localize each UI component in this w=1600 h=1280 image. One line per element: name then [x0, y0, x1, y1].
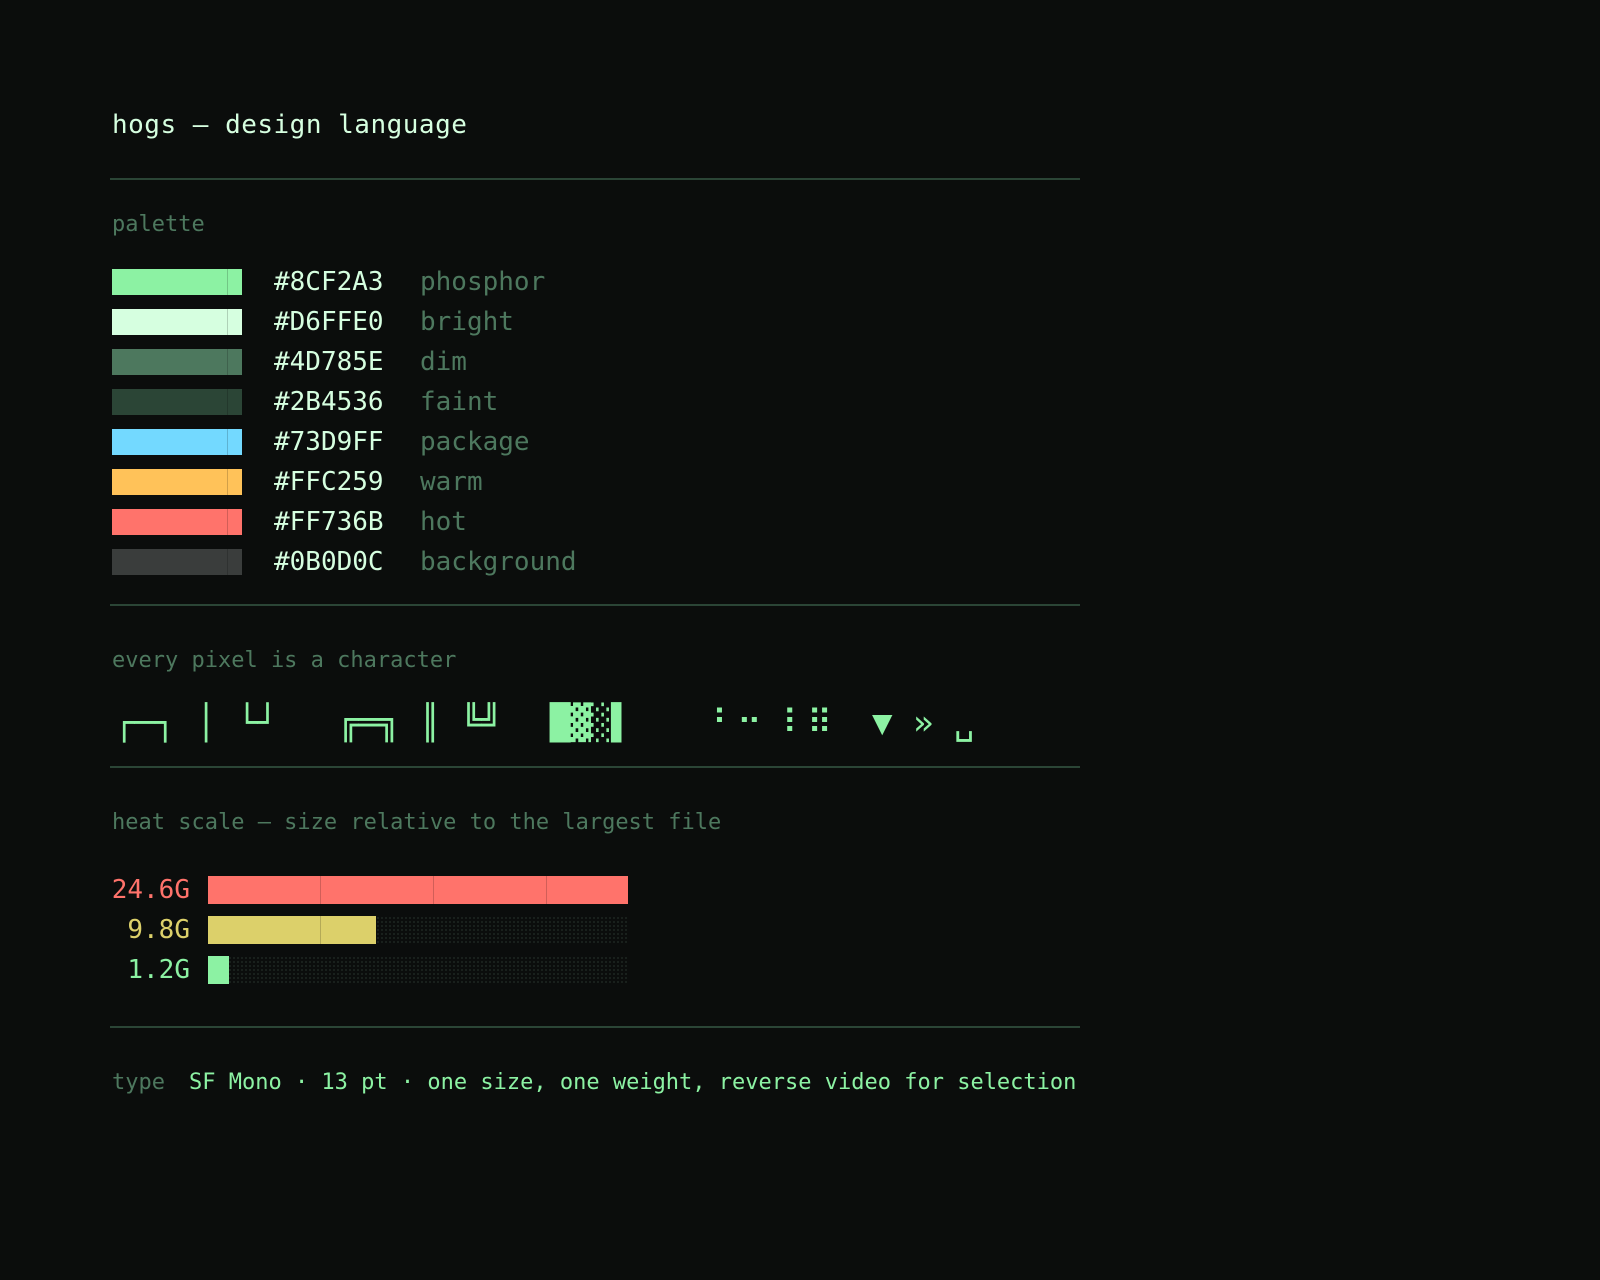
- color-name: faint: [420, 387, 499, 417]
- color-hex: #D6FFE0: [274, 307, 384, 337]
- color-hex: #FF736B: [274, 507, 384, 537]
- color-swatch: [112, 389, 242, 415]
- palette-row: #73D9FF package: [112, 422, 577, 462]
- palette-row: #D6FFE0 bright: [112, 302, 577, 342]
- color-swatch: [112, 549, 242, 575]
- color-hex: #FFC259: [274, 467, 384, 497]
- glyphs-heading: every pixel is a character: [112, 648, 457, 673]
- divider: [110, 1026, 1080, 1028]
- type-spec: type SF Mono · 13 pt · one size, one weig…: [112, 1070, 1076, 1095]
- divider: [110, 178, 1080, 180]
- block-glyphs: █▓░▌: [550, 703, 632, 743]
- palette-row: #2B4536 faint: [112, 382, 577, 422]
- color-name: package: [420, 427, 530, 457]
- divider: [110, 604, 1080, 606]
- heat-size-label: 1.2G: [127, 955, 190, 985]
- color-hex: #2B4536: [274, 387, 384, 417]
- braille-glyphs: ⠃⠒ ⠇⠿: [712, 703, 833, 743]
- color-name: warm: [420, 467, 483, 497]
- color-swatch: [112, 509, 242, 535]
- glyph-showcase: ┌─┐ │ └┘ ╔═╗ ║ ╚╝ █▓░▌ ⠃⠒ ⠇⠿ ▼ » ␣: [112, 698, 1082, 748]
- double-line-box-glyphs: ╔═╗ ║ ╚╝: [338, 703, 502, 743]
- palette-row: #FFC259 warm: [112, 462, 577, 502]
- heat-size-label: 24.6G: [111, 875, 190, 905]
- heat-row: 9.8G: [110, 910, 628, 950]
- palette-row: #FF736B hot: [112, 502, 577, 542]
- palette-row: #0B0D0C background: [112, 542, 577, 582]
- heat-row: 1.2G: [110, 950, 628, 990]
- heat-bar-fill: [208, 876, 628, 904]
- palette-row: #4D785E dim: [112, 342, 577, 382]
- heat-bar-track: [208, 956, 628, 984]
- color-hex: #4D785E: [274, 347, 384, 377]
- single-line-box-glyphs: ┌─┐ │ └┘: [114, 703, 278, 743]
- page-title: hogs — design language: [112, 110, 468, 140]
- heat-row: 24.6G: [110, 870, 628, 910]
- heat-scale: 24.6G 9.8G 1.2G: [110, 870, 628, 990]
- palette-row: #8CF2A3 phosphor: [112, 262, 577, 302]
- color-swatch: [112, 269, 242, 295]
- heat-scale-heading: heat scale — size relative to the larges…: [112, 810, 722, 835]
- color-name: dim: [420, 347, 467, 377]
- color-hex: #8CF2A3: [274, 267, 384, 297]
- color-swatch: [112, 429, 242, 455]
- color-swatch: [112, 309, 242, 335]
- divider: [110, 766, 1080, 768]
- heat-bar-track: [208, 916, 628, 944]
- palette-heading: palette: [112, 212, 205, 237]
- color-name: bright: [420, 307, 514, 337]
- marker-glyphs: ▼ » ␣: [872, 703, 975, 743]
- color-name: background: [420, 547, 577, 577]
- color-name: phosphor: [420, 267, 546, 297]
- type-label: type: [112, 1070, 165, 1095]
- color-swatch: [112, 469, 242, 495]
- color-hex: #73D9FF: [274, 427, 384, 457]
- color-swatch: [112, 349, 242, 375]
- heat-bar-fill: [208, 956, 229, 984]
- color-hex: #0B0D0C: [274, 547, 384, 577]
- color-name: hot: [420, 507, 467, 537]
- type-value: SF Mono · 13 pt · one size, one weight, …: [188, 1070, 1077, 1095]
- palette-list: #8CF2A3 phosphor #D6FFE0 bright #4D785E …: [112, 262, 577, 582]
- heat-bar-track: [208, 876, 628, 904]
- heat-size-label: 9.8G: [127, 915, 190, 945]
- heat-bar-fill: [208, 916, 376, 944]
